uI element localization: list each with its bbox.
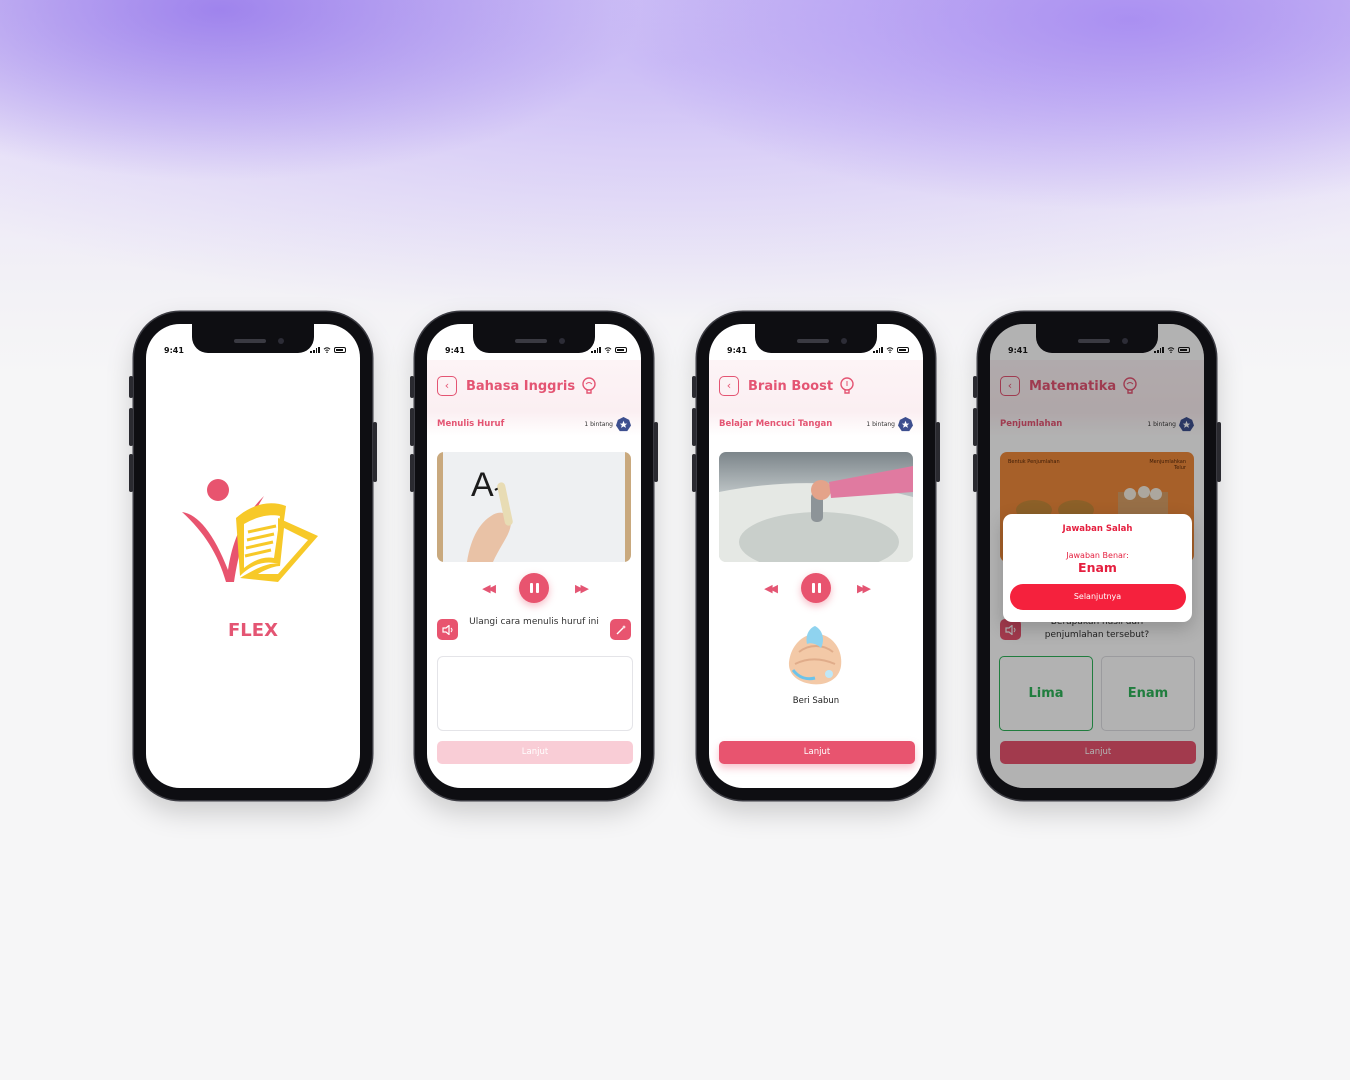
signal-icon <box>873 347 883 353</box>
lesson-title: Menulis Huruf <box>437 419 505 429</box>
step-label: Beri Sabun <box>792 696 840 706</box>
dialog-subtitle: Jawaban Benar: <box>1066 551 1129 560</box>
hand-washing-illustration <box>788 626 842 685</box>
phone-matematika: 9:41 ‹ Matematika Penjumlahan 1 bintang … <box>973 312 1221 800</box>
lesson-bar: Belajar Mencuci Tangan 1 bintang <box>709 412 923 436</box>
flex-logo <box>182 479 318 582</box>
back-button[interactable]: ‹ <box>719 376 739 396</box>
phone-bahasa-inggris: 9:41 ‹ Bahasa Inggris Menulis Huruf 1 bi… <box>410 312 658 800</box>
wifi-icon <box>604 347 612 353</box>
back-button[interactable]: ‹ <box>437 376 457 396</box>
pause-button[interactable] <box>801 573 831 603</box>
continue-button[interactable]: Lanjut <box>437 741 633 764</box>
phone-brain-boost: 9:41 ‹ Brain Boost Belajar Mencuci Tanga… <box>692 312 940 800</box>
next-icon[interactable]: ▶▶ <box>575 582 589 595</box>
stars-label: 1 bintang <box>584 420 613 428</box>
pause-button[interactable] <box>519 573 549 603</box>
next-icon[interactable]: ▶▶ <box>857 582 871 595</box>
battery-icon <box>615 347 627 353</box>
lesson-title: Belajar Mencuci Tangan <box>719 419 833 429</box>
previous-icon[interactable]: ◀◀ <box>764 582 778 595</box>
battery-icon <box>1178 347 1190 353</box>
signal-icon <box>591 347 601 353</box>
magic-wand-icon <box>616 624 626 634</box>
screen: 9:41 ‹ Brain Boost Belajar Mencuci Tanga… <box>709 324 923 788</box>
signal-icon <box>310 347 320 353</box>
continue-button[interactable]: Lanjut <box>719 741 915 764</box>
previous-icon[interactable]: ◀◀ <box>482 582 496 595</box>
media-controls: ◀◀ ▶▶ <box>427 573 641 603</box>
screen: 9:41 FLEX <box>146 324 360 788</box>
instruction-text: Ulangi cara menulis huruf ini <box>469 617 599 627</box>
next-button[interactable]: Selanjutnya <box>1009 584 1186 610</box>
video-frame <box>719 466 913 562</box>
video-player[interactable]: A <box>437 452 631 562</box>
page-title: Brain Boost <box>748 378 834 394</box>
status-time: 9:41 <box>727 345 747 355</box>
correct-answer: Enam <box>1078 560 1117 575</box>
dialog-title: Jawaban Salah <box>1062 524 1133 534</box>
wifi-icon <box>1167 347 1175 353</box>
stars-label: 1 bintang <box>866 420 895 428</box>
phone-splash: 9:41 FLEX <box>129 312 377 800</box>
status-bar: 9:41 <box>445 344 627 356</box>
status-bar: 9:41 <box>1008 344 1190 356</box>
lightbulb-icon <box>840 377 854 394</box>
speaker-button[interactable] <box>437 619 458 640</box>
battery-icon <box>897 347 909 353</box>
app-header: ‹ Bahasa Inggris <box>427 360 641 412</box>
star-badge-icon <box>898 416 913 431</box>
status-time: 9:41 <box>164 345 184 355</box>
signal-icon <box>1154 347 1164 353</box>
app-name: FLEX <box>228 620 278 641</box>
star-badge-icon <box>616 416 631 431</box>
status-time: 9:41 <box>445 345 465 355</box>
wifi-icon <box>323 347 331 353</box>
speaker-icon <box>441 624 452 635</box>
wifi-icon <box>886 347 894 353</box>
app-header: ‹ Brain Boost <box>709 360 923 412</box>
media-controls: ◀◀ ▶▶ <box>709 573 923 603</box>
writing-area[interactable] <box>437 656 633 731</box>
wrong-answer-dialog: Jawaban Salah Jawaban Benar: Enam Selanj… <box>1003 514 1192 622</box>
battery-icon <box>334 347 346 353</box>
video-letter: A <box>471 466 494 504</box>
video-player[interactable] <box>719 452 913 562</box>
screen: 9:41 ‹ Bahasa Inggris Menulis Huruf 1 bi… <box>427 324 641 788</box>
page-title: Bahasa Inggris <box>466 378 576 394</box>
status-bar: 9:41 <box>164 344 346 356</box>
lesson-bar: Menulis Huruf 1 bintang <box>427 412 641 436</box>
status-time: 9:41 <box>1008 345 1028 355</box>
video-frame: A <box>467 466 513 562</box>
magic-hint-button[interactable] <box>610 619 631 640</box>
screen: 9:41 ‹ Matematika Penjumlahan 1 bintang … <box>990 324 1204 788</box>
brain-bulb-icon <box>582 377 596 394</box>
status-bar: 9:41 <box>727 344 909 356</box>
